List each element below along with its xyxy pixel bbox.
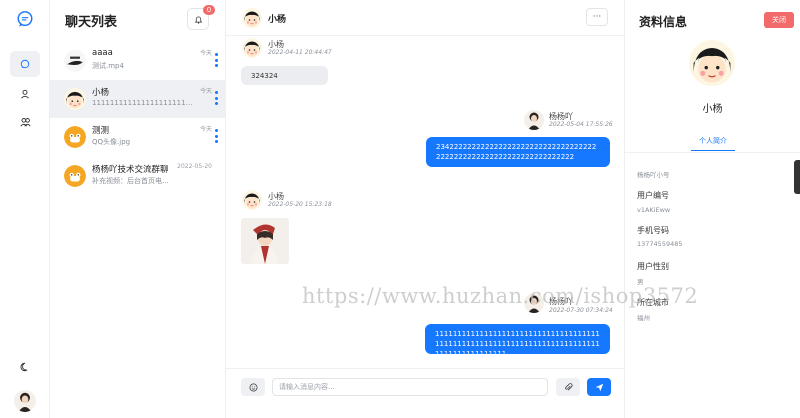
chat-preview: 补充视频：后台首页电... [92,177,169,185]
more-vertical-icon[interactable] [215,53,218,67]
bell-icon [194,16,202,24]
profile-title: 资料信息 [639,15,688,29]
chat-name: 小杨 [92,88,110,98]
chat-list-item[interactable]: 测测 QQ头像.jpg 今天 [50,118,226,156]
group-icon [19,118,31,127]
profile-nickname: 杨杨吖小号 [637,171,670,179]
message-bubble: 1111111111111111111111111111111111111111… [425,324,610,358]
chat-time: 今天 [199,126,212,133]
chat-avatar [64,165,86,187]
profile-tab-divider [625,152,800,153]
message-input-bar [226,368,625,418]
chat-name: 杨杨吖技术交流群聊 [92,165,169,175]
send-button[interactable] [587,378,611,396]
chat-name: 测测 [92,126,110,136]
side-drawer-handle[interactable] [794,160,800,194]
image-message[interactable] [241,218,289,264]
chat-bubble-icon[interactable] [16,10,34,28]
profile-field-value: 福州 [637,314,650,322]
chat-time: 今天 [199,88,212,95]
moon-icon [20,362,28,372]
send-icon [595,383,603,391]
chat-list-panel: 聊天列表 0 aaaa 测试.mp4 今天 小杨 111111111111111… [50,0,226,418]
message-time: 2022-04-11 20:44:47 [268,49,332,56]
chat-preview: QQ头像.jpg [92,138,131,146]
notification-badge: 0 [203,5,215,15]
chat-avatar [64,50,86,72]
profile-avatar[interactable] [689,40,735,86]
profile-name: 小杨 [702,104,723,115]
smiley-icon [249,383,257,391]
profile-field-label: 用户编号 [637,191,669,200]
message-time: 2022-05-20 15:23:18 [268,201,332,208]
profile-field-value: v1AKiEww [637,206,671,214]
message-bubble: 324324 [241,66,328,85]
chat-avatar [64,126,86,148]
profile-field-value: 13774559485 [637,240,683,248]
chat-preview: 111111111111111111111111111111111111 [92,99,196,107]
contact-avatar[interactable] [242,8,262,28]
contact-name: 小杨 [268,15,287,25]
attach-button[interactable] [556,378,580,396]
more-options-button[interactable]: ··· [586,8,608,26]
image-thumbnail [241,218,289,264]
tab-profile-intro[interactable]: 个人简介 [691,136,735,151]
message-avatar[interactable] [524,110,544,130]
message-avatar[interactable] [242,38,262,58]
chat-avatar [64,88,86,110]
chat-list-item[interactable]: aaaa 测试.mp4 今天 [50,42,226,80]
nav-messages[interactable] [10,51,40,77]
conversation-header: 小杨 ··· [226,0,624,36]
message-time: 2022-07-30 07:34:24 [549,307,613,314]
chat-list-title: 聊天列表 [65,14,118,30]
watermark: https://www.huzhan.com/ishop3572 [302,284,699,308]
more-vertical-icon[interactable] [215,91,218,105]
chat-list-item[interactable]: 杨杨吖技术交流群聊 补充视频：后台首页电... 2022-05-20 [50,157,226,195]
message-bubble: 2342222222222222222222222222222222222222… [426,137,610,167]
profile-field-label: 手机号码 [637,226,669,235]
chat-name: aaaa [92,48,113,58]
my-avatar[interactable] [14,390,36,412]
message-avatar[interactable] [242,190,262,210]
nav-groups[interactable] [10,109,40,135]
left-rail [0,0,50,418]
theme-toggle[interactable] [10,354,40,380]
chat-time: 2022-05-20 [177,163,212,170]
emoji-button[interactable] [241,378,265,396]
chat-time: 今天 [199,50,212,57]
conversation-panel: 小杨 ··· 小杨 2022-04-11 20:44:47 324324 杨杨吖… [226,0,625,418]
more-vertical-icon[interactable] [215,129,218,143]
paperclip-icon [564,382,572,390]
close-profile-button[interactable]: 关闭 [764,12,794,28]
profile-field-label: 用户性别 [637,262,669,271]
message-icon [20,59,30,69]
user-icon [21,89,29,99]
message-input[interactable] [272,378,548,396]
chat-list-item[interactable]: 小杨 111111111111111111111111111111111111 … [50,80,226,118]
nav-contacts[interactable] [10,81,40,107]
profile-panel: 资料信息 关闭 小杨 个人简介 杨杨吖小号 用户编号 v1AKiEww 手机号码… [625,0,800,418]
message-time: 2022-05-04 17:55:26 [549,121,613,128]
chat-preview: 测试.mp4 [92,62,124,70]
